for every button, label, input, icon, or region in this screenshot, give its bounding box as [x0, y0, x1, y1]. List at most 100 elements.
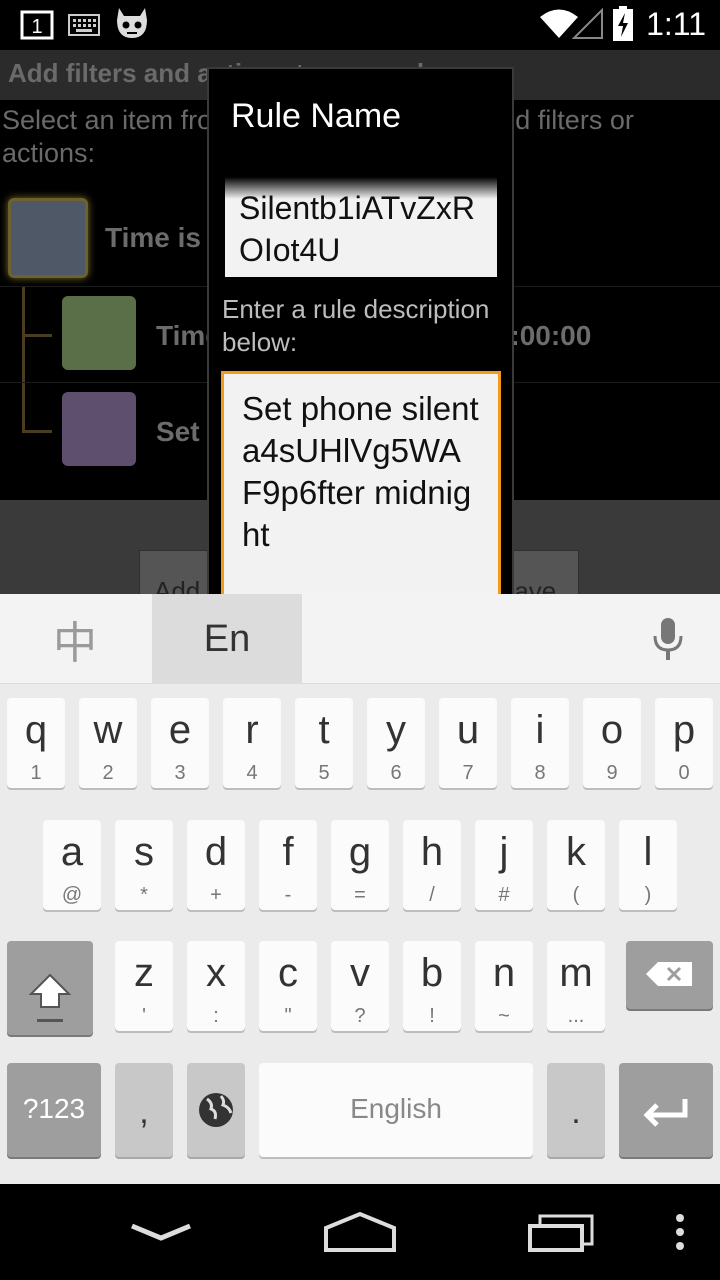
key-label: w	[93, 708, 123, 752]
key-z[interactable]: z '	[115, 941, 173, 1031]
description-value: Set phone silent a4sUHlVg5WAF9p6fter mid…	[242, 390, 479, 553]
key-label: g	[348, 830, 372, 874]
chinese-language-label: 中	[53, 618, 97, 669]
period-key-label: .	[571, 1093, 581, 1131]
key-label: l	[643, 830, 653, 874]
key-l[interactable]: l)	[619, 820, 677, 910]
rule-name-input[interactable]: Silentb1iATvZxROIot4U	[225, 177, 497, 277]
key-secondary-label: 7	[462, 762, 474, 784]
key-label: b	[420, 951, 444, 995]
enter-key[interactable]	[619, 1063, 713, 1157]
key-secondary-label: '	[142, 1005, 146, 1027]
key-label: a	[60, 830, 84, 874]
key-secondary-label: -	[284, 884, 292, 906]
svg-text:1: 1	[31, 16, 42, 38]
key-u[interactable]: u7	[439, 698, 497, 788]
space-key[interactable]: English	[259, 1063, 533, 1157]
key-secondary-label: !	[429, 1005, 435, 1027]
key-r[interactable]: r4	[223, 698, 281, 788]
space-key-label: English	[350, 1093, 442, 1124]
soft-keyboard: q1w2e3r4t5y6u7i8o9p0 a @ s * d + f - g = h / j # k(l) …	[0, 684, 720, 1184]
key-label: o	[600, 708, 624, 752]
key-secondary-label: "	[284, 1005, 292, 1027]
shift-icon	[28, 973, 72, 1022]
key-d[interactable]: d +	[187, 820, 245, 910]
recents-icon[interactable]	[524, 1210, 598, 1254]
key-w[interactable]: w2	[79, 698, 137, 788]
key-h[interactable]: h /	[403, 820, 461, 910]
key-label: f	[282, 830, 294, 874]
key-p[interactable]: p0	[655, 698, 713, 788]
keyboard-icon	[68, 14, 100, 36]
home-icon[interactable]	[320, 1210, 400, 1254]
filter-icon	[8, 198, 88, 278]
key-label: s	[134, 830, 154, 874]
back-icon[interactable]	[126, 1214, 196, 1250]
backspace-key[interactable]	[626, 941, 713, 1009]
key-label: t	[318, 708, 330, 752]
symbols-key[interactable]: ?123	[7, 1063, 101, 1157]
chinese-language-button[interactable]: 中	[0, 594, 150, 684]
key-label: h	[420, 830, 444, 874]
navigation-bar	[0, 1184, 720, 1280]
menu-icon[interactable]	[670, 1212, 690, 1252]
key-e[interactable]: e3	[151, 698, 209, 788]
enter-icon	[643, 1099, 688, 1127]
description-input[interactable]: Set phone silent a4sUHlVg5WAF9p6fter mid…	[221, 371, 501, 594]
key-secondary-label: @	[61, 884, 83, 906]
key-secondary-label: /	[429, 884, 435, 906]
key-label: n	[492, 951, 516, 995]
key-n[interactable]: n ~	[475, 941, 533, 1031]
microphone-icon[interactable]	[644, 614, 692, 664]
key-secondary-label: (	[572, 884, 580, 906]
language-switch-key[interactable]	[187, 1063, 245, 1157]
filter-icon	[62, 296, 136, 370]
tree-node-label: Time is	[105, 222, 201, 253]
key-i[interactable]: i8	[511, 698, 569, 788]
battery-charging-icon	[613, 6, 633, 41]
key-a[interactable]: a @	[43, 820, 101, 910]
key-secondary-label: :	[213, 1005, 219, 1027]
key-t[interactable]: t5	[295, 698, 353, 788]
key-secondary-label: ?	[354, 1005, 366, 1027]
key-j[interactable]: j #	[475, 820, 533, 910]
key-f[interactable]: f-	[259, 820, 317, 910]
scroll-fade	[225, 177, 497, 199]
key-secondary-label: #	[498, 884, 510, 906]
key-g[interactable]: g =	[331, 820, 389, 910]
english-language-label: En	[203, 617, 251, 660]
key-secondary-label: +	[210, 884, 222, 906]
key-q[interactable]: q1	[7, 698, 65, 788]
key-secondary-label: 5	[318, 762, 330, 784]
key-y[interactable]: y6	[367, 698, 425, 788]
period-key[interactable]: .	[547, 1063, 605, 1157]
key-m[interactable]: m...	[547, 941, 605, 1031]
key-label: d	[204, 830, 228, 874]
comma-key-label: ,	[139, 1093, 149, 1131]
key-s[interactable]: s *	[115, 820, 173, 910]
key-secondary-label: 0	[678, 762, 690, 784]
key-label: k	[566, 830, 586, 874]
key-label: j	[499, 830, 509, 874]
key-c[interactable]: c "	[259, 941, 317, 1031]
key-o[interactable]: o9	[583, 698, 641, 788]
key-label: c	[278, 951, 298, 995]
description-label: Enter a rule description below:	[222, 294, 490, 357]
key-label: p	[672, 708, 696, 752]
symbols-key-label: ?123	[22, 1093, 86, 1124]
key-secondary-label: ~	[498, 1005, 510, 1027]
key-secondary-label: 4	[246, 762, 258, 784]
key-v[interactable]: v?	[331, 941, 389, 1031]
key-b[interactable]: b!	[403, 941, 461, 1031]
key-label: v	[350, 951, 370, 995]
cyanogen-mascot-icon	[117, 8, 147, 38]
comma-key[interactable]: ,	[115, 1063, 173, 1157]
key-x[interactable]: x:	[187, 941, 245, 1031]
notification-1-icon: 1	[20, 10, 54, 40]
english-language-button[interactable]: En	[152, 594, 302, 684]
key-k[interactable]: k(	[547, 820, 605, 910]
key-label: i	[535, 708, 545, 752]
key-label: e	[168, 708, 192, 752]
shift-key[interactable]	[7, 941, 93, 1035]
rule-name-dialog: Rule Name Silentb1iATvZxROIot4U Enter a …	[207, 67, 514, 594]
